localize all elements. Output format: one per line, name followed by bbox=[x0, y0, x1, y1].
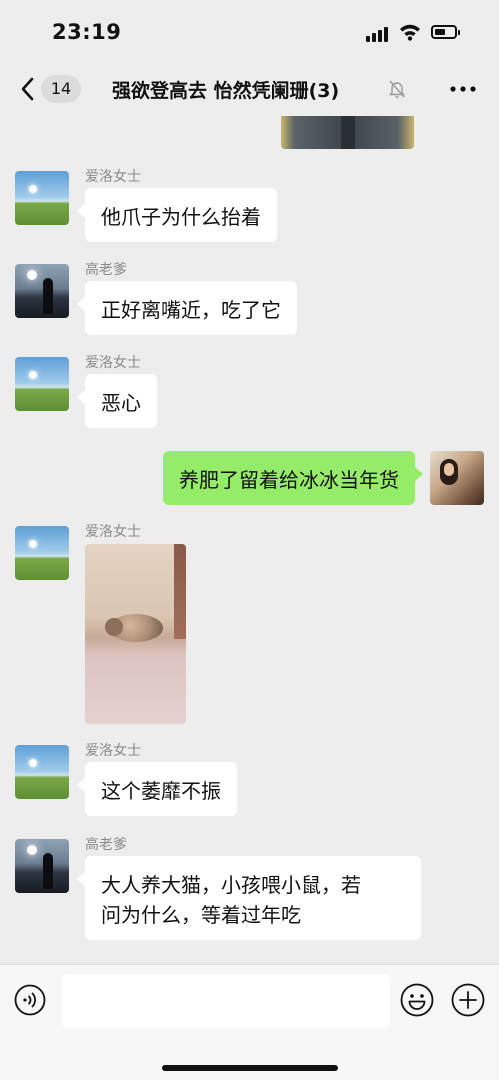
message-bubble[interactable]: 他爪子为什么抬着 bbox=[77, 188, 277, 242]
clock: 23:19 bbox=[52, 20, 122, 44]
message-bubble[interactable]: 正好离嘴近，吃了它 bbox=[77, 281, 297, 335]
cellular-signal-icon bbox=[366, 26, 390, 42]
message-bubble[interactable]: 这个萎靡不振 bbox=[77, 762, 237, 816]
sender-name: 爱洛女士 bbox=[85, 169, 141, 185]
message-line: 大人养大猫，小孩喂小鼠，若 bbox=[101, 873, 361, 897]
mute-bell-icon bbox=[388, 80, 406, 98]
message-input[interactable] bbox=[62, 974, 390, 1028]
emoji-icon[interactable] bbox=[400, 983, 434, 1017]
input-bar bbox=[0, 964, 499, 1080]
self-avatar[interactable] bbox=[430, 451, 484, 505]
chat-title: 强欲登高去 怡然凭阑珊(3) bbox=[112, 80, 340, 102]
home-indicator[interactable] bbox=[162, 1065, 338, 1071]
unread-count-badge[interactable]: 14 bbox=[41, 75, 81, 103]
image-message-thumbnail[interactable] bbox=[281, 116, 414, 149]
sender-name: 高老爹 bbox=[85, 262, 127, 278]
status-bar: 23:19 bbox=[0, 0, 499, 62]
message-line: 问为什么，等着过年吃 bbox=[101, 903, 301, 927]
back-chevron-icon[interactable] bbox=[18, 76, 38, 102]
message-bubble[interactable]: 大人养大猫，小孩喂小鼠，若 问为什么，等着过年吃 bbox=[77, 856, 421, 940]
message-bubble-outgoing[interactable]: 养肥了留着给冰冰当年货 bbox=[163, 451, 423, 505]
wifi-icon bbox=[400, 24, 420, 41]
voice-icon[interactable] bbox=[14, 984, 46, 1016]
avatar[interactable] bbox=[15, 357, 69, 411]
sender-name: 爱洛女士 bbox=[85, 743, 141, 759]
message-bubble[interactable]: 恶心 bbox=[77, 374, 157, 428]
avatar[interactable] bbox=[15, 526, 69, 580]
image-message-cat-photo[interactable] bbox=[85, 544, 186, 724]
more-options-icon[interactable] bbox=[448, 80, 478, 98]
sender-name: 爱洛女士 bbox=[85, 524, 141, 540]
message-list[interactable]: 爱洛女士 他爪子为什么抬着 高老爹 正好离嘴近，吃了它 爱洛女士 恶心 养肥了留… bbox=[0, 116, 499, 964]
avatar[interactable] bbox=[15, 171, 69, 225]
plus-icon[interactable] bbox=[451, 983, 485, 1017]
avatar[interactable] bbox=[15, 745, 69, 799]
chat-header: 14 强欲登高去 怡然凭阑珊(3) bbox=[0, 62, 499, 116]
avatar[interactable] bbox=[15, 839, 69, 893]
battery-icon bbox=[431, 25, 460, 39]
sender-name: 爱洛女士 bbox=[85, 355, 141, 371]
sender-name: 高老爹 bbox=[85, 837, 127, 853]
avatar[interactable] bbox=[15, 264, 69, 318]
